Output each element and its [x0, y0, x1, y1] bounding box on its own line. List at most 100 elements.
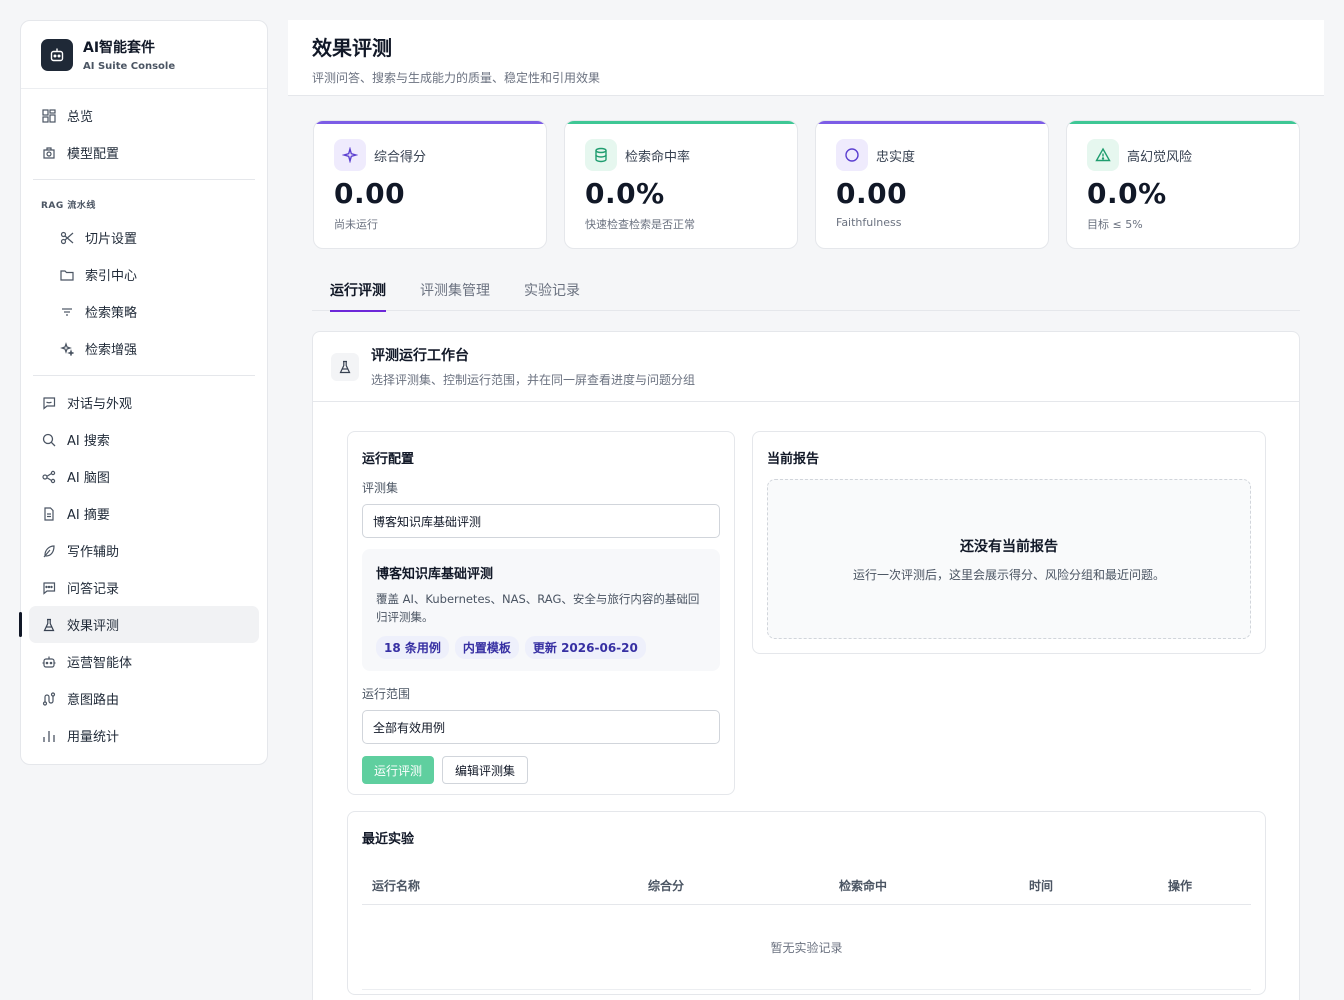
sidebar-item-label: AI 脑图: [67, 471, 110, 486]
sidebar-item-label: 写作辅助: [67, 545, 120, 560]
stat-note: Faithfulness: [836, 216, 902, 229]
sidebar-item-usage[interactable]: 用量统计: [29, 717, 259, 754]
flask-icon: [331, 352, 359, 381]
nav-group-label: RAG 流水线: [41, 201, 96, 211]
experiments-empty-text: 暂无实验记录: [770, 940, 843, 955]
sparkle-icon: [334, 139, 366, 171]
chat-icon: [41, 395, 57, 411]
report-empty-title: 还没有当前报告: [960, 538, 1058, 555]
sidebar-nav: 总览 模型配置 RAG 流水线 切片设置 索引中心 检索策略 检索增强 对话与外…: [19, 89, 267, 754]
robot-logo-icon: [41, 38, 73, 71]
workbench-panel: 评测运行工作台 选择评测集、控制运行范围，并在同一屏查看进度与问题分组 运行配置…: [312, 331, 1300, 1000]
mindmap-icon: [41, 469, 57, 485]
sidebar-item-model-config[interactable]: 模型配置: [29, 134, 259, 171]
dataset-label: 评测集: [362, 481, 399, 495]
run-evaluation-button[interactable]: 运行评测: [362, 756, 435, 784]
sidebar-item-retrieval[interactable]: 检索策略: [29, 293, 259, 330]
column-header: 时间: [1029, 879, 1054, 893]
dataset-chips: 18 条用例 内置模板 更新 2026-06-20: [376, 636, 706, 659]
dataset-select-value: 博客知识库基础评测: [373, 514, 482, 529]
stat-card-retrieval-hit-rate: 检索命中率 0.0% 快速检查检索是否正常: [564, 120, 798, 249]
sidebar-item-ai-search[interactable]: AI 搜索: [29, 421, 259, 458]
brand-title: AI智能套件: [83, 40, 156, 56]
tab-dataset-management[interactable]: 评测集管理: [402, 270, 506, 311]
sidebar-item-augment[interactable]: 检索增强: [29, 330, 259, 367]
case-count-badge: 18 条用例: [376, 636, 449, 659]
run-config-title: 运行配置: [362, 452, 415, 467]
document-icon: [41, 506, 57, 522]
report-empty-description: 运行一次评测后，这里会展示得分、风险分组和最近问题。: [852, 567, 1165, 582]
divider: [33, 179, 255, 180]
sidebar-item-ai-summary[interactable]: AI 摘要: [29, 495, 259, 532]
dataset-info-description: 覆盖 AI、Kubernetes、NAS、RAG、安全与旅行内容的基础回归评测集…: [376, 592, 700, 624]
current-report-card: 当前报告 还没有当前报告 运行一次评测后，这里会展示得分、风险分组和最近问题。: [752, 431, 1266, 654]
dashboard-icon: [41, 108, 57, 124]
dataset-info-card: 博客知识库基础评测 覆盖 AI、Kubernetes、NAS、RAG、安全与旅行…: [362, 549, 720, 671]
accent-bar: [314, 121, 546, 124]
sidebar-item-label: 模型配置: [67, 147, 120, 162]
stat-card-hallucination-risk: 高幻觉风险 0.0% 目标 ≤ 5%: [1066, 120, 1300, 249]
sidebar-item-ops-agent[interactable]: 运营智能体: [29, 643, 259, 680]
stat-value: 0.0%: [1087, 177, 1167, 210]
recent-experiments-card: 最近实验 运行名称 综合分 检索命中 时间 操作 暂无实验记录: [347, 811, 1266, 995]
current-report-title: 当前报告: [767, 452, 820, 467]
dataset-select[interactable]: 博客知识库基础评测: [362, 504, 720, 538]
folder-icon: [59, 267, 75, 283]
sidebar-item-label: 索引中心: [85, 269, 138, 284]
stat-label: 检索命中率: [625, 149, 691, 165]
scope-select[interactable]: 全部有效用例: [362, 710, 720, 744]
sidebar-item-chat-appearance[interactable]: 对话与外观: [29, 384, 259, 421]
tab-experiment-records[interactable]: 实验记录: [506, 270, 596, 311]
brand-subtitle: AI Suite Console: [83, 61, 176, 72]
stat-value: 0.00: [836, 177, 908, 210]
edit-dataset-button[interactable]: 编辑评测集: [442, 756, 529, 784]
stat-note: 快速检查检索是否正常: [585, 218, 695, 231]
sidebar-item-label: 意图路由: [67, 693, 120, 708]
updated-date-badge: 更新 2026-06-20: [524, 636, 646, 659]
sidebar-item-label: 问答记录: [67, 582, 120, 597]
stat-label: 高幻觉风险: [1127, 149, 1193, 165]
run-config-card: 运行配置 评测集 博客知识库基础评测 博客知识库基础评测 覆盖 AI、Kuber…: [347, 431, 735, 795]
stat-card-overall-score: 综合得分 0.00 尚未运行: [313, 120, 547, 249]
sidebar-item-chunking[interactable]: 切片设置: [29, 219, 259, 256]
sparkle-icon: [59, 341, 75, 357]
experiments-table-header: 运行名称 综合分 检索命中 时间 操作: [362, 859, 1251, 905]
report-empty-state: 还没有当前报告 运行一次评测后，这里会展示得分、风险分组和最近问题。: [767, 479, 1251, 639]
column-header: 检索命中: [839, 879, 888, 893]
sidebar-item-label: 用量统计: [67, 730, 120, 745]
sidebar-item-index[interactable]: 索引中心: [29, 256, 259, 293]
stat-note: 尚未运行: [334, 218, 378, 231]
search-icon: [41, 432, 57, 448]
brand: AI智能套件 AI Suite Console: [21, 21, 267, 89]
sidebar-item-intent-routing[interactable]: 意图路由: [29, 680, 259, 717]
circle-icon: [836, 139, 868, 171]
sidebar-item-label: 检索增强: [85, 343, 138, 358]
sidebar-item-writing[interactable]: 写作辅助: [29, 532, 259, 569]
message-icon: [41, 580, 57, 596]
accent-bar: [816, 121, 1048, 124]
sidebar-item-ai-mindmap[interactable]: AI 脑图: [29, 458, 259, 495]
stat-label: 综合得分: [374, 149, 427, 165]
tab-run-evaluation[interactable]: 运行评测: [312, 270, 402, 312]
route-icon: [41, 691, 57, 707]
stat-card-faithfulness: 忠实度 0.00 Faithfulness: [815, 120, 1049, 249]
sidebar-item-label: 效果评测: [67, 619, 120, 634]
sidebar-item-evaluation[interactable]: 效果评测: [19, 606, 259, 643]
sidebar-item-label: 总览: [67, 110, 94, 125]
robot-icon: [41, 654, 57, 670]
column-header: 运行名称: [372, 879, 421, 893]
scope-select-value: 全部有效用例: [373, 720, 446, 735]
column-header: 操作: [1168, 879, 1193, 893]
bar-chart-icon: [41, 728, 57, 744]
scope-label: 运行范围: [362, 687, 411, 701]
page-title: 效果评测: [312, 36, 392, 60]
stat-value: 0.0%: [585, 177, 665, 210]
template-badge: 内置模板: [454, 636, 519, 659]
sidebar-item-qa-records[interactable]: 问答记录: [29, 569, 259, 606]
sidebar-item-overview[interactable]: 总览: [29, 97, 259, 134]
stat-label: 忠实度: [876, 149, 916, 165]
divider: [33, 375, 255, 376]
sidebar: AI智能套件 AI Suite Console 总览 模型配置 RAG 流水线 …: [19, 20, 268, 765]
action-buttons: 运行评测 编辑评测集: [362, 756, 720, 784]
filter-icon: [59, 304, 75, 320]
